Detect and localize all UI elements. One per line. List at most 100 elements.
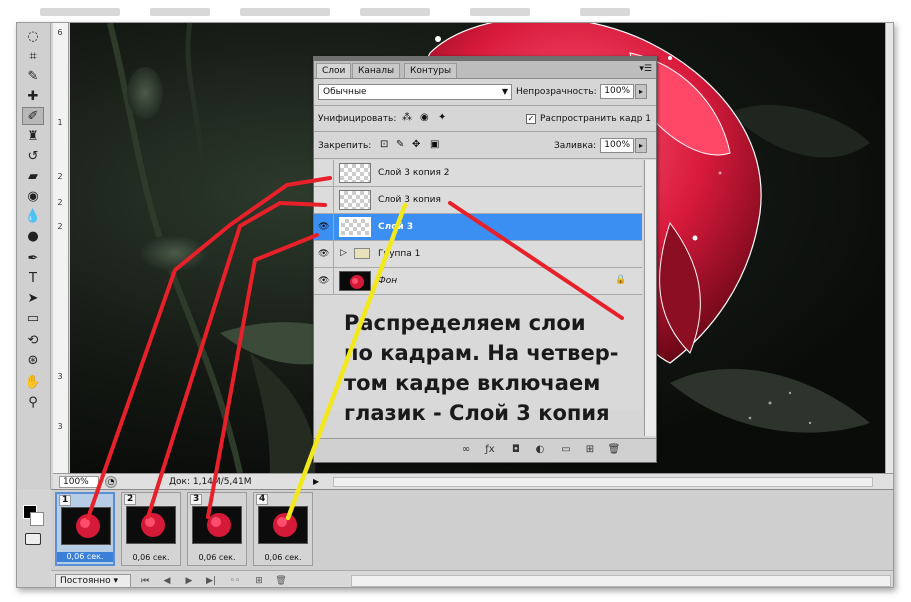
- lock-position-icon[interactable]: ✥: [412, 139, 420, 151]
- frames-scrollbar[interactable]: [351, 575, 891, 587]
- paint-bucket-icon[interactable]: ◉: [22, 187, 44, 205]
- animation-panel: 1 0,06 сек. 2 0,06 сек. 3 0,06 сек. 4 0,…: [51, 489, 893, 587]
- lasso-icon[interactable]: ◌: [22, 27, 44, 45]
- animation-frame[interactable]: 3 0,06 сек.: [187, 492, 247, 566]
- background-color-swatch[interactable]: [30, 512, 44, 526]
- layer-row-selected[interactable]: 👁 Слой 3: [314, 214, 642, 241]
- eraser-icon[interactable]: ▰: [22, 167, 44, 185]
- blurred-menu-text: [360, 8, 430, 16]
- fill-slider-button[interactable]: ▸: [635, 138, 647, 153]
- next-frame-icon[interactable]: ▶|: [203, 574, 219, 587]
- opacity-slider-button[interactable]: ▸: [635, 84, 647, 99]
- loop-value: Постоянно: [60, 576, 111, 586]
- type-icon[interactable]: T: [22, 269, 44, 287]
- quick-mask-icon[interactable]: [25, 533, 41, 545]
- status-bar: 100% ◔ Док: 1,14M/5,41M ▶: [53, 473, 893, 489]
- path-selection-icon[interactable]: ➤: [22, 289, 44, 307]
- layers-footer: ∞ ƒx ◘ ◐ ▭ ⊞ 🗑: [314, 438, 656, 462]
- unify-position-icon[interactable]: ⁂: [402, 112, 412, 124]
- play-icon[interactable]: ▶: [181, 574, 197, 587]
- history-brush-icon[interactable]: ↺: [22, 147, 44, 165]
- vertical-scrollbar[interactable]: [885, 23, 893, 473]
- new-group-icon[interactable]: ▭: [558, 443, 574, 457]
- trash-icon[interactable]: 🗑: [606, 443, 622, 457]
- adjustment-layer-icon[interactable]: ◐: [532, 443, 548, 457]
- eye-icon: 👁: [318, 249, 330, 259]
- layer-row-background[interactable]: 👁 Фон 🔒: [314, 268, 642, 295]
- panel-tabs: Слои Каналы Контуры ▾☰: [314, 61, 656, 79]
- link-layers-icon[interactable]: ∞: [458, 443, 474, 457]
- animation-frame[interactable]: 2 0,06 сек.: [121, 492, 181, 566]
- visibility-toggle[interactable]: 👁: [314, 214, 334, 240]
- healing-brush-icon[interactable]: ✚: [22, 87, 44, 105]
- fill-label: Заливка:: [554, 141, 597, 151]
- crop-icon[interactable]: ⌗: [22, 47, 44, 65]
- loop-select[interactable]: Постоянно ▾: [55, 574, 131, 587]
- zoom-icon[interactable]: ⚲: [22, 393, 44, 411]
- propagate-frame-checkbox[interactable]: ✓: [526, 114, 536, 124]
- lock-all-icon[interactable]: ▣: [430, 139, 439, 151]
- divider: [314, 131, 656, 132]
- frame-delay-select[interactable]: 0,06 сек.: [122, 553, 180, 563]
- lock-icon: 🔒: [615, 275, 627, 285]
- clone-stamp-icon[interactable]: ♜: [22, 127, 44, 145]
- new-layer-icon[interactable]: ⊞: [582, 443, 598, 457]
- unify-label: Унифицировать:: [318, 114, 397, 124]
- dodge-icon[interactable]: ●: [22, 227, 44, 245]
- frame-delay-select[interactable]: 0,06 сек.: [188, 553, 246, 563]
- frame-number: 2: [124, 494, 137, 505]
- animation-frame[interactable]: 1 0,06 сек.: [55, 492, 115, 566]
- layers-scrollbar[interactable]: [644, 160, 656, 436]
- delete-frame-icon[interactable]: 🗑: [273, 574, 289, 587]
- tab-layers[interactable]: Слои: [316, 63, 352, 78]
- duplicate-frame-icon[interactable]: ⊞: [251, 574, 267, 587]
- hand-icon[interactable]: ✋: [22, 373, 44, 391]
- blur-icon[interactable]: 💧: [22, 207, 44, 225]
- visibility-toggle[interactable]: 👁: [314, 268, 334, 294]
- unify-visibility-icon[interactable]: ◉: [420, 112, 429, 124]
- rectangle-icon[interactable]: ▭: [22, 309, 44, 327]
- zoom-menu-icon[interactable]: ◔: [105, 476, 117, 488]
- blend-mode-select[interactable]: Обычные ▼: [318, 84, 512, 100]
- lock-pixels-icon[interactable]: ✎: [396, 139, 404, 151]
- zoom-field[interactable]: 100%: [59, 476, 99, 488]
- first-frame-icon[interactable]: ⏮: [137, 574, 153, 587]
- tab-channels[interactable]: Каналы: [352, 63, 401, 78]
- panel-menu-icon[interactable]: ▾☰: [639, 64, 652, 74]
- divider: [314, 158, 656, 159]
- tab-paths[interactable]: Контуры: [404, 63, 458, 78]
- status-menu-icon[interactable]: ▶: [313, 477, 319, 486]
- visibility-toggle[interactable]: [314, 187, 334, 213]
- pen-icon[interactable]: ✒: [22, 249, 44, 267]
- frame-delay-select[interactable]: 0,06 сек.: [57, 552, 113, 562]
- layer-row[interactable]: Слой 3 копия 2: [314, 160, 642, 187]
- layer-group-row[interactable]: 👁 ▷ Группа 1: [314, 241, 642, 268]
- lock-transparency-icon[interactable]: ⊡: [380, 139, 388, 151]
- ruler-tick: 6: [57, 28, 63, 37]
- animation-frame[interactable]: 4 0,06 сек.: [253, 492, 313, 566]
- eyedropper-icon[interactable]: ✎: [22, 67, 44, 85]
- fx-icon[interactable]: ƒx: [482, 443, 498, 457]
- 3d-rotate-icon[interactable]: ⟲: [22, 331, 44, 349]
- tween-icon[interactable]: ◦◦: [227, 574, 243, 587]
- previous-frame-icon[interactable]: ◀: [159, 574, 175, 587]
- brush-icon[interactable]: ✐: [22, 107, 44, 125]
- layer-row[interactable]: Слой 3 копия: [314, 187, 642, 214]
- ruler-tick: 2: [57, 172, 63, 181]
- fill-field[interactable]: 100%: [600, 138, 634, 153]
- opacity-field[interactable]: 100%: [600, 84, 634, 99]
- visibility-toggle[interactable]: [314, 160, 334, 186]
- eye-icon: 👁: [318, 276, 330, 286]
- background-thumbnail: [339, 271, 371, 291]
- add-mask-icon[interactable]: ◘: [508, 443, 524, 457]
- annotation-line: по кадрам. На четвер-: [344, 341, 619, 365]
- 3d-orbit-icon[interactable]: ⊛: [22, 351, 44, 369]
- frame-delay-select[interactable]: 0,06 сек.: [254, 553, 312, 563]
- expand-arrow-icon[interactable]: ▷: [340, 248, 347, 258]
- animation-controls: Постоянно ▾ ⏮ ◀ ▶ ▶| ◦◦ ⊞ 🗑: [51, 570, 893, 587]
- layer-thumbnail: [339, 217, 371, 237]
- eye-icon: 👁: [318, 222, 330, 232]
- horizontal-scrollbar[interactable]: [333, 477, 873, 487]
- visibility-toggle[interactable]: 👁: [314, 241, 334, 267]
- unify-style-icon[interactable]: ✦: [438, 112, 446, 124]
